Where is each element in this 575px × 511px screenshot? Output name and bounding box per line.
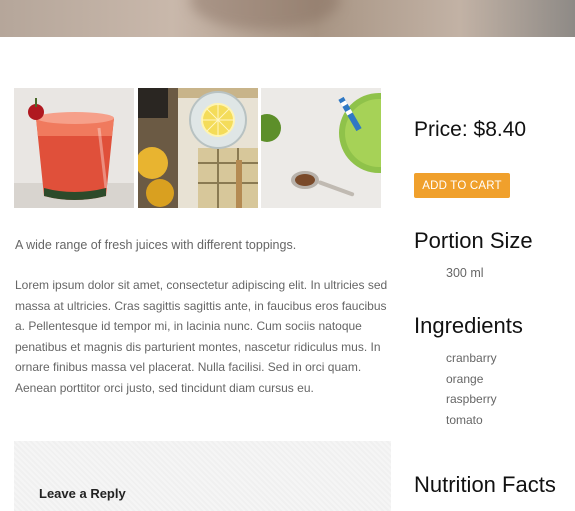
gallery-image-lemon-water[interactable] — [138, 88, 258, 208]
ingredients-heading: Ingredients — [414, 313, 523, 338]
ingredients-list: cranbarry orange raspberry tomato — [446, 348, 497, 431]
hero-banner-image — [0, 0, 575, 37]
gallery-image-cranberry-juice[interactable] — [14, 88, 134, 208]
portion-size-value: 300 ml — [446, 266, 484, 280]
nutrition-facts-heading: Nutrition Facts — [414, 472, 556, 497]
add-to-cart-button[interactable]: ADD TO CART — [414, 173, 510, 198]
portion-size-heading: Portion Size — [414, 228, 533, 253]
product-intro: A wide range of fresh juices with differ… — [15, 238, 297, 252]
ingredient-item: orange — [446, 371, 484, 386]
leave-reply-heading: Leave a Reply — [39, 486, 126, 501]
product-price: Price: $8.40 — [414, 118, 527, 141]
gallery-image-green-smoothie[interactable] — [261, 88, 381, 208]
ingredient-item: tomato — [446, 413, 483, 428]
comment-form: Leave a Reply — [14, 441, 391, 511]
ingredient-item: cranbarry — [446, 351, 497, 365]
ingredient-item: raspberry — [446, 392, 497, 407]
product-description: Lorem ipsum dolor sit amet, consectetur … — [15, 278, 388, 395]
